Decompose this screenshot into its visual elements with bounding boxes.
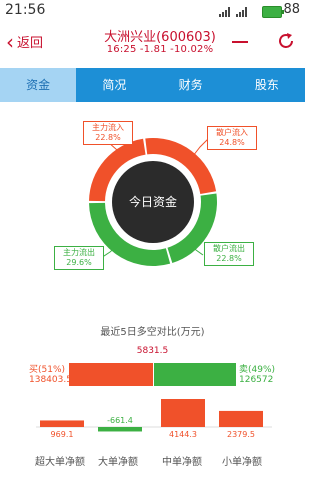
back-button[interactable]: ‹ 返回: [6, 30, 44, 54]
legend-main-outflow: 主力流出 29.6%: [54, 246, 104, 270]
status-time: 21:56: [5, 2, 46, 18]
legend-retail-inflow-name: 散户流入: [216, 128, 248, 137]
legend-main-inflow-percent: 22.8%: [95, 133, 121, 142]
stock-quote: 16:25 -1.81 -10.02%: [106, 44, 214, 55]
wifi-signal-icon: [236, 7, 247, 17]
legend-main-inflow-name: 主力流入: [92, 123, 124, 132]
legend-retail-inflow: 散户流入 24.8%: [207, 126, 257, 150]
sell-bar: [154, 363, 236, 386]
tab-shareholders[interactable]: 股东: [229, 68, 305, 102]
net-bar-small: [219, 410, 263, 427]
back-label: 返回: [17, 36, 44, 51]
sell-label: 卖(49%): [239, 365, 276, 375]
legend-retail-inflow-percent: 24.8%: [219, 138, 245, 147]
category-small-label: 小单净额: [222, 457, 262, 468]
tab-funds[interactable]: 资金: [0, 68, 77, 102]
category-large-label: 大单净额: [98, 457, 138, 468]
legend-retail-outflow-name: 散户流出: [213, 244, 245, 253]
comparison-diff: 5831.5: [136, 346, 169, 356]
comparison-title: 最近5日多空对比(万元): [100, 327, 205, 338]
chevron-left-icon: ‹: [6, 30, 14, 54]
legend-main-outflow-percent: 29.6%: [66, 258, 92, 267]
menu-icon[interactable]: [232, 37, 248, 48]
legend-retail-outflow: 散户流出 22.8%: [204, 242, 254, 266]
tab-finance[interactable]: 财务: [153, 68, 229, 102]
stock-title: 大洲兴业(600603): [104, 30, 216, 45]
net-bar-small-label: 2379.5: [227, 430, 255, 439]
buy-value: 138403.5: [29, 375, 72, 385]
refresh-icon[interactable]: [276, 31, 296, 51]
status-bar: 21:56 88: [0, 0, 305, 22]
tab-bar: 资金 简况 财务 股东: [0, 68, 305, 102]
net-bar-large-label: -661.4: [107, 416, 133, 425]
net-bar-large: [98, 427, 142, 432]
sell-value: 126572: [239, 375, 274, 385]
donut-center-label: 今日资金: [129, 194, 177, 209]
fund-flow-donut: 今日资金: [89, 138, 217, 266]
net-bar-xl: [40, 420, 84, 427]
battery-level: 88: [283, 2, 300, 17]
category-xl-label: 超大单净额: [35, 457, 85, 468]
net-amount-bar-chart: 969.1 -661.4 4144.3 2379.5: [36, 399, 272, 439]
category-medium-label: 中单净额: [162, 457, 202, 468]
header: ‹ 返回 大洲兴业(600603) 16:25 -1.81 -10.02%: [0, 22, 305, 68]
legend-main-outflow-name: 主力流出: [63, 248, 95, 257]
tab-overview[interactable]: 简况: [76, 68, 152, 102]
legend-main-inflow: 主力流入 22.8%: [83, 121, 133, 145]
buy-bar: [69, 363, 154, 386]
buy-label: 买(51%): [29, 365, 66, 375]
net-bar-medium-label: 4144.3: [169, 430, 197, 439]
legend-retail-outflow-percent: 22.8%: [216, 254, 242, 263]
net-bar-xl-label: 969.1: [51, 430, 74, 439]
signal-icon: [219, 7, 230, 17]
net-bar-medium: [161, 399, 205, 427]
battery-icon: [262, 6, 284, 18]
